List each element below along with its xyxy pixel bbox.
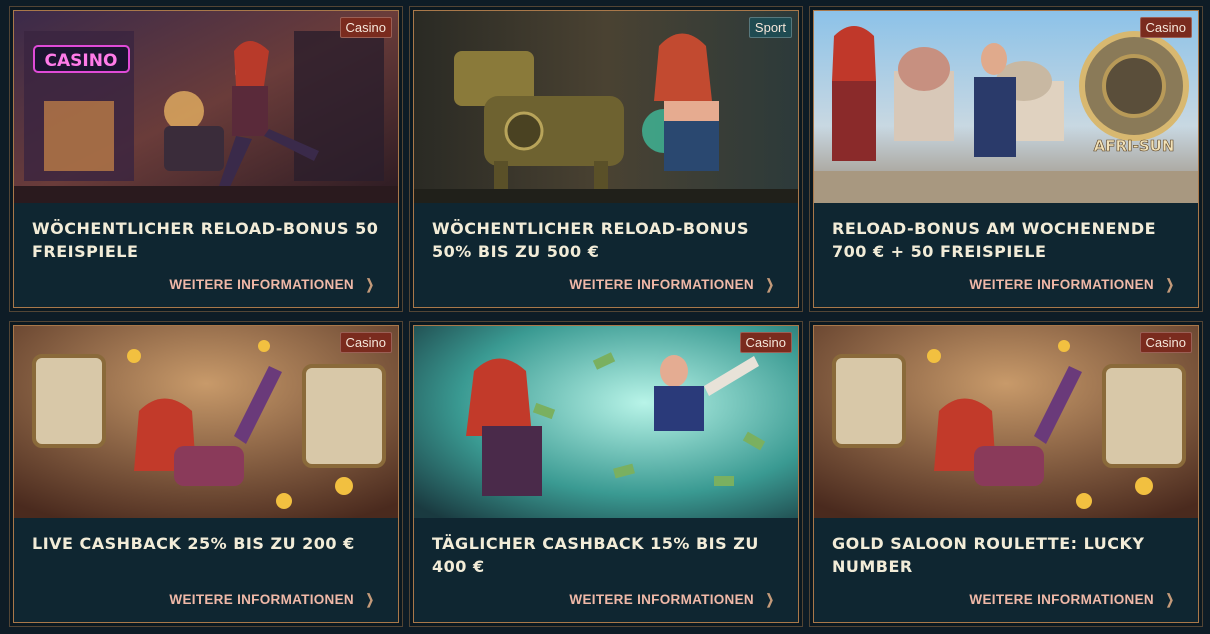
category-badge: Sport [748,17,792,38]
category-badge: Casino [1139,332,1192,353]
more-info-label: WEITERE INFORMATIONEN [969,592,1154,607]
more-info-link[interactable]: WEITERE INFORMATIONEN ❯ [169,276,376,293]
chevron-right-icon: ❯ [765,591,775,607]
category-badge: Casino [339,17,392,38]
more-info-link[interactable]: WEITERE INFORMATIONEN ❯ [569,591,776,608]
promo-image[interactable]: Sport [414,11,798,203]
afri-sun-logo: AFRI-SUN [1094,137,1175,155]
more-info-label: WEITERE INFORMATIONEN [169,592,354,607]
promotions-grid: CASINO Casino WÖCHENTLICHER RELOAD-BONUS… [0,0,1210,634]
promo-title: TÄGLICHER CASHBACK 15% BIS ZU 400 € [432,534,759,576]
category-badge: Casino [1139,17,1192,38]
chevron-right-icon: ❯ [1165,591,1175,607]
promo-title: RELOAD-BONUS AM WOCHENENDE 700 € + 50 FR… [832,219,1157,261]
promo-image[interactable]: CASINO Casino [14,11,398,203]
promo-card[interactable]: Casino LIVE CASHBACK 25% BIS ZU 200 € WE… [13,325,399,623]
more-info-label: WEITERE INFORMATIONEN [569,277,754,292]
promo-card[interactable]: Casino TÄGLICHER CASHBACK 15% BIS ZU 400… [413,325,799,623]
promo-image[interactable]: Casino [414,326,798,518]
more-info-label: WEITERE INFORMATIONEN [969,277,1154,292]
more-info-label: WEITERE INFORMATIONEN [569,592,754,607]
promo-title: WÖCHENTLICHER RELOAD-BONUS 50 FREISPIELE [32,219,379,261]
promo-card[interactable]: CASINO Casino WÖCHENTLICHER RELOAD-BONUS… [13,10,399,308]
more-info-link[interactable]: WEITERE INFORMATIONEN ❯ [969,276,1176,293]
promo-title: WÖCHENTLICHER RELOAD-BONUS 50% BIS ZU 50… [432,219,750,261]
promo-card[interactable]: Sport WÖCHENTLICHER RELOAD-BONUS 50% BIS… [413,10,799,308]
more-info-link[interactable]: WEITERE INFORMATIONEN ❯ [569,276,776,293]
more-info-link[interactable]: WEITERE INFORMATIONEN ❯ [169,591,376,608]
promo-title: LIVE CASHBACK 25% BIS ZU 200 € [32,534,355,553]
promo-image[interactable]: Casino [814,326,1198,518]
chevron-right-icon: ❯ [1165,276,1175,292]
category-badge: Casino [739,332,792,353]
category-badge: Casino [339,332,392,353]
promo-card[interactable]: Casino GOLD SALOON ROULETTE: LUCKY NUMBE… [813,325,1199,623]
chevron-right-icon: ❯ [365,276,375,292]
promo-image[interactable]: AFRI-SUN Casino [814,11,1198,203]
more-info-link[interactable]: WEITERE INFORMATIONEN ❯ [969,591,1176,608]
promo-card[interactable]: AFRI-SUN Casino RELOAD-BONUS AM WOCHENEN… [813,10,1199,308]
casino-sign: CASINO [45,51,118,71]
promo-image[interactable]: Casino [14,326,398,518]
chevron-right-icon: ❯ [365,591,375,607]
more-info-label: WEITERE INFORMATIONEN [169,277,354,292]
chevron-right-icon: ❯ [765,276,775,292]
promo-title: GOLD SALOON ROULETTE: LUCKY NUMBER [832,534,1145,576]
